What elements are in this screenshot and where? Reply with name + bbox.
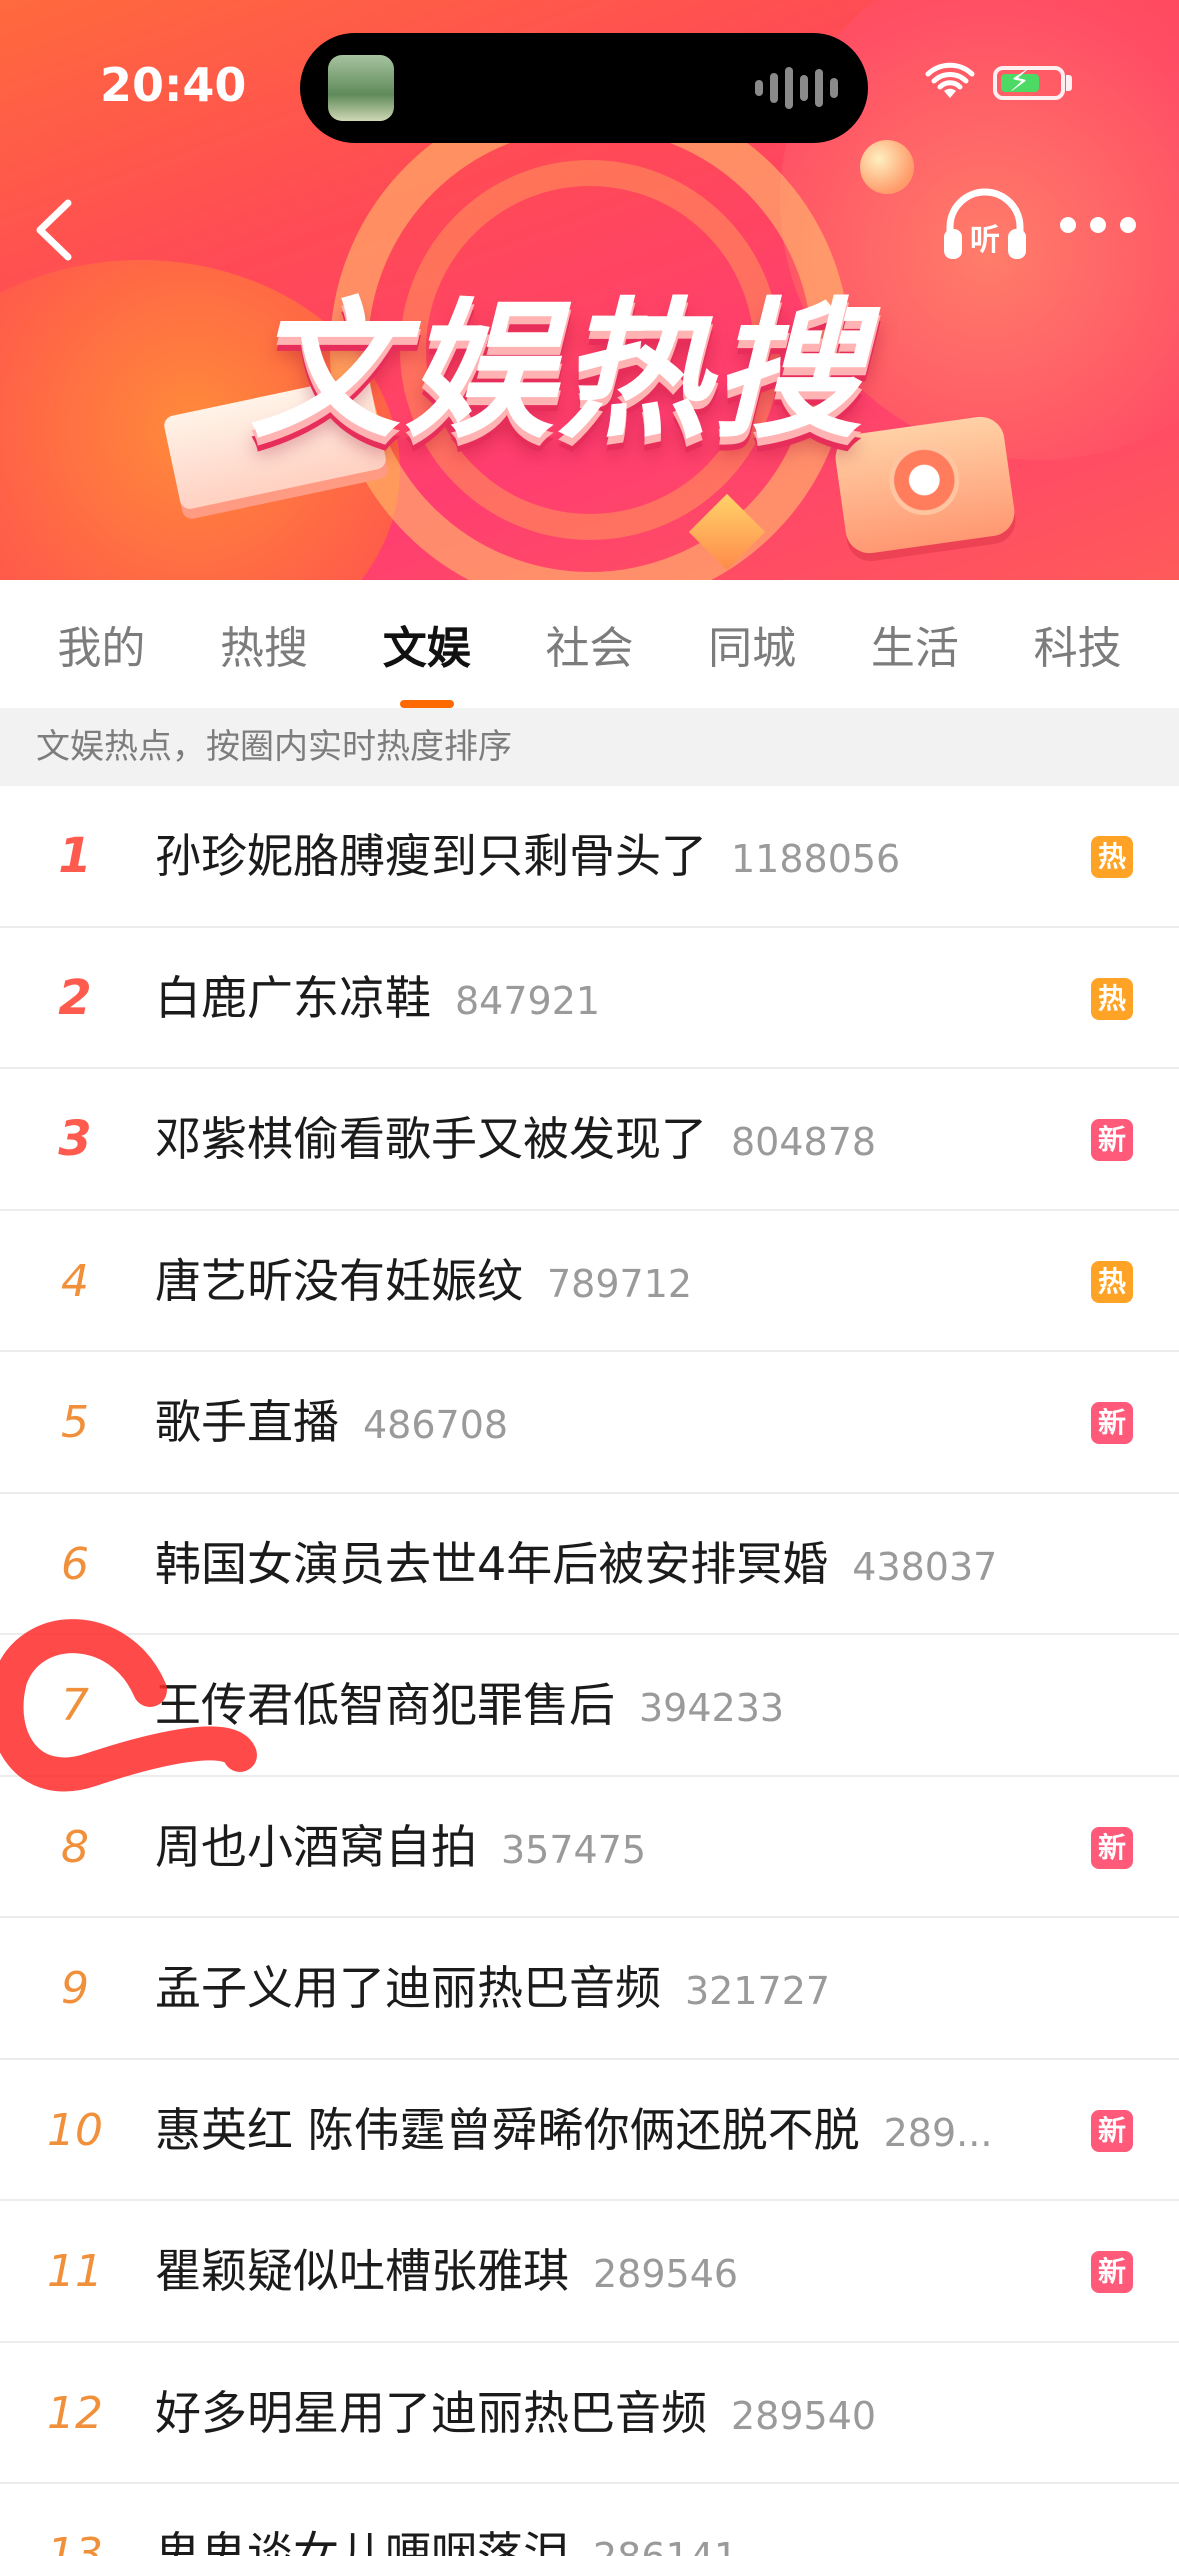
new-badge: 新 bbox=[1091, 1402, 1133, 1444]
category-tabs: 我的 热搜 文娱 社会 同城 生活 科技 bbox=[0, 580, 1179, 708]
list-item[interactable]: 5 歌手直播 486708 新 bbox=[0, 1352, 1179, 1494]
topic-title: 白鹿广东凉鞋 bbox=[155, 970, 431, 1025]
list-item[interactable]: 8 周也小酒窝自拍 357475 新 bbox=[0, 1777, 1179, 1918]
tab-hot-search[interactable]: 热搜 bbox=[212, 602, 316, 686]
new-badge: 新 bbox=[1091, 1119, 1133, 1161]
list-item[interactable]: 13 鬼鬼谈女儿哽咽落泪 286141 bbox=[0, 2484, 1179, 2556]
heat-count: 438037 bbox=[852, 1544, 998, 1589]
tab-mine[interactable]: 我的 bbox=[49, 602, 153, 686]
hot-badge: 热 bbox=[1091, 977, 1133, 1020]
tab-society[interactable]: 社会 bbox=[537, 602, 641, 686]
topic-title: 瞿颖疑似吐槽张雅琪 bbox=[155, 2244, 569, 2298]
heat-count: 289... bbox=[883, 2110, 993, 2155]
listen-label: 听 bbox=[970, 223, 1000, 258]
topic-title: 王传君低智商犯罪售后 bbox=[155, 1678, 615, 1732]
new-badge: 新 bbox=[1091, 2109, 1133, 2152]
topic-title: 鬼鬼谈女儿哽咽落泪 bbox=[155, 2527, 569, 2556]
topic-title: 惠英红 陈伟霆曾舜晞你俩还脱不脱 bbox=[155, 2102, 860, 2157]
topic-title: 孟子义用了迪丽热巴音频 bbox=[155, 1961, 661, 2015]
heat-count: 286141 bbox=[593, 2535, 738, 2556]
planet-illustration bbox=[860, 140, 914, 194]
topic-title: 韩国女演员去世4年后被安排冥婚 bbox=[155, 1536, 829, 1591]
tab-life[interactable]: 生活 bbox=[863, 602, 967, 686]
topic-title: 周也小酒窝自拍 bbox=[155, 1819, 477, 1874]
list-item[interactable]: 6 韩国女演员去世4年后被安排冥婚 438037 bbox=[0, 1494, 1179, 1635]
heat-count: 789712 bbox=[547, 1261, 693, 1306]
rank-number: 10 bbox=[47, 2104, 103, 2156]
listen-button[interactable]: 听 bbox=[940, 185, 1030, 265]
list-description: 文娱热点，按圈内实时热度排序 bbox=[0, 708, 1179, 786]
topic-title: 好多明星用了迪丽热巴音频 bbox=[155, 2385, 707, 2440]
topic-title: 孙珍妮胳膊瘦到只剩骨头了 bbox=[155, 829, 707, 883]
back-icon[interactable] bbox=[24, 195, 84, 265]
heat-count: 289540 bbox=[731, 2393, 877, 2438]
list-item[interactable]: 3 邓紫棋偷看歌手又被发现了 804878 新 bbox=[0, 1069, 1179, 1211]
more-icon[interactable] bbox=[1060, 210, 1150, 240]
tab-entertainment[interactable]: 文娱 bbox=[375, 602, 479, 708]
heat-count: 357475 bbox=[501, 1827, 647, 1872]
rank-number: 5 bbox=[61, 1397, 89, 1448]
rank-number: 8 bbox=[61, 1821, 89, 1873]
rank-number: 6 bbox=[61, 1538, 89, 1590]
new-badge: 新 bbox=[1091, 2251, 1133, 2293]
heat-count: 289546 bbox=[593, 2252, 739, 2296]
heat-count: 847921 bbox=[455, 978, 601, 1023]
hot-badge: 热 bbox=[1091, 836, 1133, 878]
rank-number: 7 bbox=[61, 1680, 89, 1731]
dynamic-island[interactable] bbox=[300, 33, 868, 143]
audio-waveform-icon bbox=[755, 65, 838, 111]
list-item[interactable]: 11 瞿颖疑似吐槽张雅琪 289546 新 bbox=[0, 2201, 1179, 2343]
list-item[interactable]: 4 唐艺昕没有妊娠纹 789712 热 bbox=[0, 1211, 1179, 1352]
heat-count: 321727 bbox=[685, 1969, 831, 2013]
topic-title: 歌手直播 bbox=[155, 1395, 339, 1449]
tab-tech[interactable]: 科技 bbox=[1026, 602, 1130, 686]
hot-badge: 热 bbox=[1091, 1260, 1133, 1303]
new-badge: 新 bbox=[1091, 1826, 1133, 1869]
hot-search-list: 1 孙珍妮胳膊瘦到只剩骨头了 1188056 热 2 白鹿广东凉鞋 847921 热… bbox=[0, 786, 1179, 2556]
heat-count: 486708 bbox=[363, 1403, 509, 1447]
list-item[interactable]: 12 好多明星用了迪丽热巴音频 289540 bbox=[0, 2343, 1179, 2484]
rank-number: 1 bbox=[58, 828, 92, 884]
list-item[interactable]: 2 白鹿广东凉鞋 847921 热 bbox=[0, 928, 1179, 1069]
battery-cap bbox=[1066, 75, 1072, 91]
list-item[interactable]: 10 惠英红 陈伟霆曾舜晞你俩还脱不脱 289... 新 bbox=[0, 2060, 1179, 2201]
rank-number: 11 bbox=[47, 2246, 103, 2297]
heat-count: 394233 bbox=[639, 1686, 785, 1730]
topic-title: 邓紫棋偷看歌手又被发现了 bbox=[155, 1112, 707, 1166]
rank-number: 3 bbox=[58, 1111, 92, 1167]
rank-number: 9 bbox=[61, 1963, 89, 2014]
status-time: 20:40 bbox=[100, 58, 247, 112]
rank-number: 2 bbox=[58, 969, 92, 1026]
heat-count: 804878 bbox=[731, 1120, 877, 1164]
rank-number: 12 bbox=[47, 2387, 103, 2439]
list-item[interactable]: 9 孟子义用了迪丽热巴音频 321727 bbox=[0, 1918, 1179, 2060]
list-item[interactable]: 7 王传君低智商犯罪售后 394233 bbox=[0, 1635, 1179, 1777]
tab-local[interactable]: 同城 bbox=[700, 602, 804, 686]
header-banner: 文娱热搜 20:40 ⚡ 听 bbox=[0, 0, 1179, 580]
rank-number: 13 bbox=[47, 2529, 103, 2556]
battery-icon: ⚡ bbox=[993, 64, 1065, 100]
now-playing-artwork bbox=[328, 55, 394, 121]
heat-count: 1188056 bbox=[731, 837, 901, 881]
wifi-icon bbox=[925, 62, 975, 98]
list-item[interactable]: 1 孙珍妮胳膊瘦到只剩骨头了 1188056 热 bbox=[0, 786, 1179, 928]
topic-title: 唐艺昕没有妊娠纹 bbox=[155, 1253, 523, 1308]
rank-number: 4 bbox=[61, 1255, 89, 1307]
page-title: 文娱热搜 bbox=[250, 285, 867, 459]
